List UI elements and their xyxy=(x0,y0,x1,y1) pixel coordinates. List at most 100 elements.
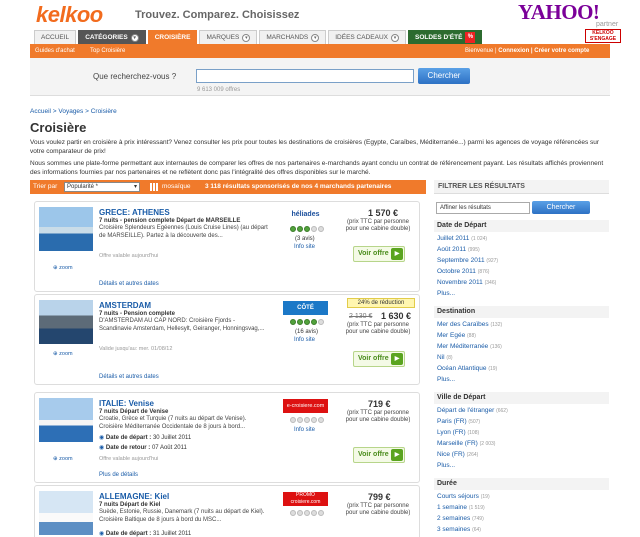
tab-categories[interactable]: CATÉGORIES ▾ xyxy=(78,30,146,44)
filter-item[interactable]: Marseille (FR) (2 003) xyxy=(437,440,495,447)
view-offer-button[interactable]: Voir offre ▶ xyxy=(353,447,405,463)
page-title: Croisière xyxy=(30,120,87,135)
chevron-down-icon[interactable]: ▾ xyxy=(242,33,251,42)
filter-more[interactable]: Plus... xyxy=(437,462,455,469)
tab-label: CATÉGORIES xyxy=(85,33,128,41)
filter-label: Nice (FR) xyxy=(437,451,465,458)
sort-select[interactable]: Popularité * ▾ xyxy=(64,182,140,192)
filter-label: Courts séjours xyxy=(437,493,479,500)
review-count[interactable]: (3 avis) xyxy=(295,236,315,242)
view-offer-button[interactable]: Voir offre ▶ xyxy=(353,246,405,262)
filter-item[interactable]: 1 semaine (1 519) xyxy=(437,504,485,511)
create-account-link[interactable]: | Créer votre compte xyxy=(529,48,589,54)
review-count[interactable]: (16 avis) xyxy=(295,329,318,335)
rating-stars xyxy=(290,510,324,516)
filter-title: FILTRER LES RÉSULTATS xyxy=(434,180,609,194)
connexion-link[interactable]: Connexion xyxy=(498,48,529,54)
details-link[interactable]: Détails et autres dates xyxy=(99,281,159,287)
tab-idees-cadeaux[interactable]: IDÉES CADEAUX ▾ xyxy=(328,30,406,44)
chevron-down-icon[interactable]: ▾ xyxy=(130,33,139,42)
merchant-logo[interactable]: CÔTÉ CROISIÈRE xyxy=(283,301,328,325)
filter-item[interactable]: Mer Egée (88) xyxy=(437,332,476,339)
filter-label: Plus... xyxy=(437,462,456,469)
star-icon xyxy=(304,510,310,516)
filter-item[interactable]: Départ de l'étranger (662) xyxy=(437,407,508,414)
filter-item[interactable]: Océan Atlantique (19) xyxy=(437,365,497,372)
merchant-logo[interactable]: e-croisiere.com xyxy=(283,399,328,413)
cruise-thumbnail[interactable] xyxy=(39,491,93,535)
top-croisiere-link[interactable]: Top Croisière xyxy=(90,48,125,54)
result-title[interactable]: ITALIE: Venise xyxy=(99,399,154,408)
merchant-logo[interactable]: PROMO croisiere.com xyxy=(283,492,328,506)
filter-item[interactable]: Nice (FR) (264) xyxy=(437,451,478,458)
filter-item[interactable]: Novembre 2011 (346) xyxy=(437,279,496,286)
zoom-link[interactable]: ⊕ zoom xyxy=(53,456,73,462)
tagline: Trouvez. Comparez. Choisissez xyxy=(135,9,300,21)
result-title[interactable]: AMSTERDAM xyxy=(99,301,151,310)
filter-item[interactable]: Mer Méditerranée (136) xyxy=(437,343,502,350)
filter-item[interactable]: Juillet 2011 (1 024) xyxy=(437,235,487,242)
cruise-thumbnail[interactable] xyxy=(39,398,93,442)
mosaic-toggle[interactable]: mosaïque xyxy=(162,183,191,190)
return-value: 07 Août 2011 xyxy=(151,445,187,451)
grid-icon[interactable] xyxy=(150,183,159,191)
details-link[interactable]: Détails et autres dates xyxy=(99,374,159,380)
guides-link[interactable]: Guides d'achat xyxy=(35,48,75,54)
chevron-down-icon[interactable]: ▾ xyxy=(311,33,320,42)
info-site-link[interactable]: Info site xyxy=(294,337,315,343)
tab-croisiere[interactable]: CROISIÈRE xyxy=(147,30,198,44)
breadcrumb[interactable]: Accueil > Voyages > Croisière xyxy=(30,108,117,115)
tab-marchands[interactable]: MARCHANDS ▾ xyxy=(259,30,327,44)
filter-more[interactable]: Plus... xyxy=(437,376,455,383)
kelkoo-logo[interactable]: kelkoo xyxy=(36,2,103,28)
filter-search-button[interactable]: Chercher xyxy=(532,201,590,214)
tab-soldes[interactable]: SOLDES D'ÉTÉ% xyxy=(407,30,483,44)
info-site-link[interactable]: Info site xyxy=(294,427,315,433)
filter-group-date: Date de Départ xyxy=(434,220,609,232)
tab-label: MARCHANDS xyxy=(266,33,309,41)
filter-item[interactable]: Septembre 2011 (927) xyxy=(437,257,498,264)
filter-item[interactable]: Lyon (FR) (108) xyxy=(437,429,479,436)
zoom-link[interactable]: ⊕ zoom xyxy=(53,265,73,271)
filter-item[interactable]: Nil (8) xyxy=(437,354,453,361)
info-site-link[interactable]: Info site xyxy=(294,244,315,250)
filter-more[interactable]: Plus... xyxy=(437,290,455,297)
view-offer-button[interactable]: Voir offre ▶ xyxy=(353,351,405,367)
filter-input[interactable]: Affiner les résultats xyxy=(436,202,530,214)
search-button[interactable]: Chercher xyxy=(418,68,470,84)
filter-item[interactable]: 3 semaines (64) xyxy=(437,526,481,533)
filter-count: (136) xyxy=(490,344,502,350)
star-icon xyxy=(318,226,324,232)
yahoo-logo[interactable]: YAHOO! xyxy=(518,0,600,25)
result-subtitle: 7 nuits - Pension complete xyxy=(99,311,176,317)
offer-count: 9 613 009 offres xyxy=(197,87,241,93)
filter-count: (108) xyxy=(467,430,480,436)
tab-marques[interactable]: MARQUES ▾ xyxy=(199,30,258,44)
tab-accueil[interactable]: ACCUEIL xyxy=(34,30,77,44)
merchant-logo[interactable]: héliades xyxy=(283,208,328,222)
chevron-down-icon[interactable]: ▾ xyxy=(390,33,399,42)
sort-value: Popularité * xyxy=(67,184,99,190)
result-description: Croatie, Grèce et Turquie (7 nuits au dé… xyxy=(99,416,247,430)
price-note: (prix TTC par personne pour une cabine d… xyxy=(345,219,411,232)
filter-item[interactable]: Août 2011 (995) xyxy=(437,246,480,253)
star-icon xyxy=(318,510,324,516)
filter-item[interactable]: Octobre 2011 (876) xyxy=(437,268,489,275)
filter-item[interactable]: Courts séjours (19) xyxy=(437,493,490,500)
arrow-right-icon: ▶ xyxy=(391,248,403,260)
filter-item[interactable]: Paris (FR) (507) xyxy=(437,418,480,425)
search-input[interactable] xyxy=(196,69,414,83)
filter-label: Novembre 2011 xyxy=(437,279,483,286)
star-icon xyxy=(311,319,317,325)
cruise-thumbnail[interactable] xyxy=(39,207,93,251)
result-title[interactable]: GRECE: ATHENES xyxy=(99,208,170,217)
result-title[interactable]: ALLEMAGNE: Kiel xyxy=(99,492,169,501)
tab-label: SOLDES D'ÉTÉ xyxy=(414,33,463,41)
filter-item[interactable]: Mer des Caraïbes (132) xyxy=(437,321,502,328)
filter-item[interactable]: 2 semaines (749) xyxy=(437,515,484,522)
kelkoo-engage-badge[interactable]: KELKOO S'ENGAGE xyxy=(585,29,621,43)
details-link[interactable]: Plus de détails xyxy=(99,472,138,478)
zoom-link[interactable]: ⊕ zoom xyxy=(53,351,73,357)
disclaimer-text: Nous sommes une plate-forme permettant a… xyxy=(30,160,604,176)
cruise-thumbnail[interactable] xyxy=(39,300,93,344)
